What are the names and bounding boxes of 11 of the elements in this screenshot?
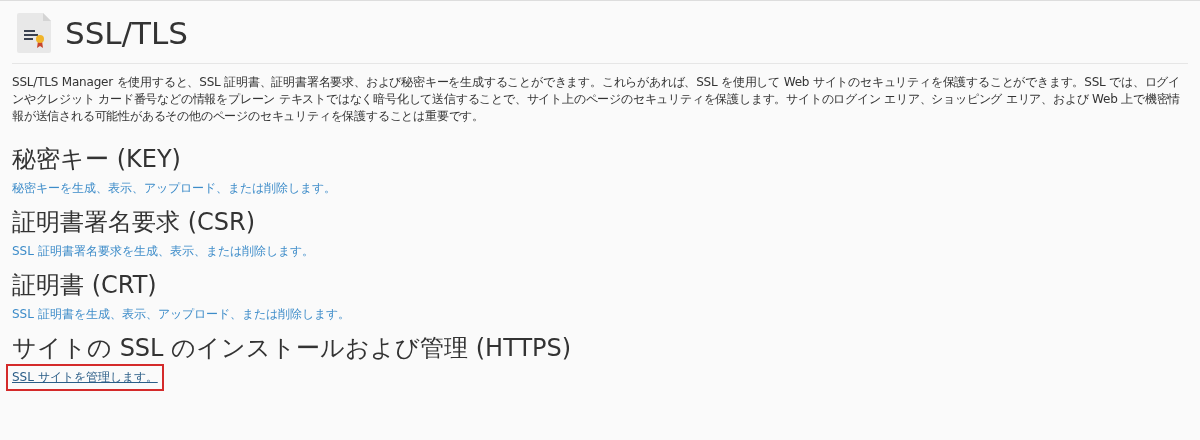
certificate-icon	[15, 13, 53, 53]
section-heading: 証明書署名要求 (CSR)	[12, 207, 256, 238]
section-heading: 秘密キー (KEY)	[12, 144, 181, 175]
section-heading: サイトの SSL のインストールおよび管理 (HTTPS)	[12, 333, 572, 364]
description-text: SSL/TLS Manager を使用すると、SSL 証明書、証明書署名要求、および秘密キーを生成することができます。これらがあれば、SSL を使用して Web サイトのセキュリティを保護することができます。SSL では、ログインやクレジット カード番号などの情報をプレーン テキストではなく暗号化して送信することで、サイト上のページのセキュリティを保護します。サイトのログイン エリア、ショッピング エリア、および Web 上で機密情報が送信される可能性があるその他のページのセキュリティを保護することは重要です。	[12, 74, 1182, 125]
section-heading: 証明書 (CRT)	[12, 270, 157, 301]
section-link[interactable]: SSL サイトを管理します。	[12, 368, 158, 386]
section-link[interactable]: 秘密キーを生成、表示、アップロード、または削除します。	[12, 179, 336, 197]
section-link[interactable]: SSL 証明書を生成、表示、アップロード、または削除します。	[12, 305, 350, 323]
section-link[interactable]: SSL 証明書署名要求を生成、表示、または削除します。	[12, 242, 314, 260]
page-title: SSL/TLS	[65, 15, 188, 51]
